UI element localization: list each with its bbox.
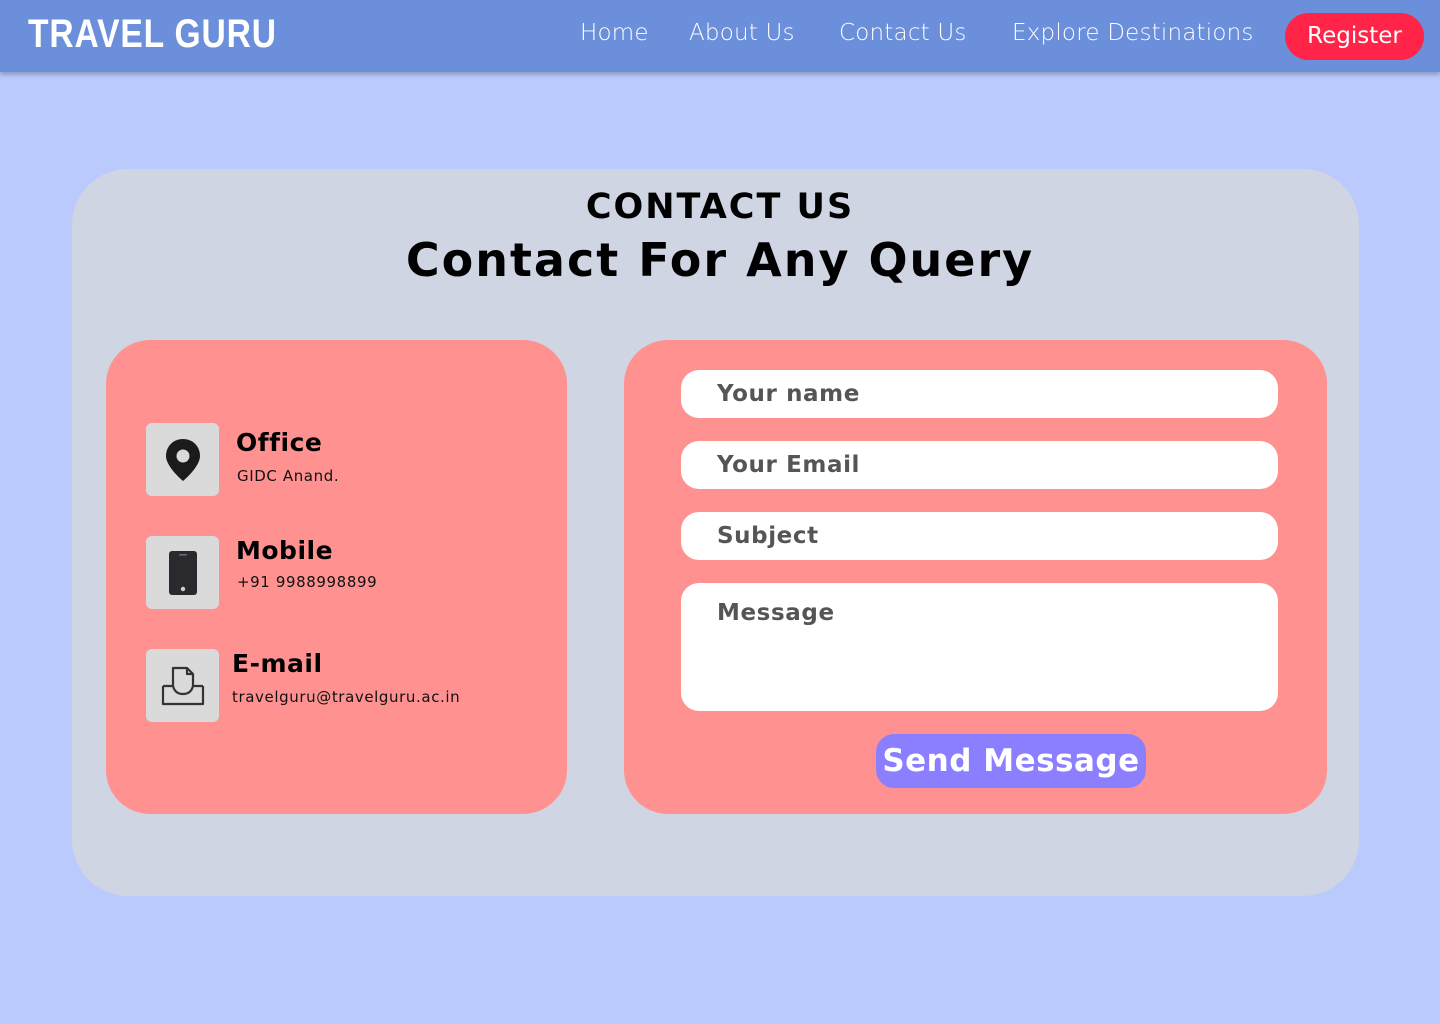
email-title: E-mail — [232, 649, 323, 678]
email-icon-box — [146, 649, 219, 722]
nav-link-contact-us[interactable]: Contact Us — [839, 20, 967, 46]
email-address[interactable]: travelguru@travelguru.ac.in — [232, 688, 460, 706]
send-message-button[interactable]: Send Message — [876, 734, 1146, 788]
location-pin-icon — [165, 438, 200, 481]
section-eyebrow: CONTACT US — [585, 187, 855, 227]
brand-logo[interactable]: TRAVEL GURU — [28, 12, 277, 57]
page-title: Contact For Any Query — [405, 233, 1035, 287]
mobile-icon-box — [146, 536, 219, 609]
office-title: Office — [236, 428, 323, 457]
inbox-icon — [161, 666, 204, 705]
office-icon-box — [146, 423, 219, 496]
nav-link-about-us[interactable]: About Us — [689, 20, 795, 46]
message-textarea[interactable] — [681, 583, 1278, 711]
name-input[interactable] — [681, 370, 1278, 418]
nav-link-explore-destinations[interactable]: Explore Destinations — [1012, 20, 1254, 46]
navbar: TRAVEL GURU Home About Us Contact Us Exp… — [0, 0, 1440, 72]
mobile-phone-icon — [168, 550, 197, 595]
nav-link-home[interactable]: Home — [580, 20, 649, 46]
register-button[interactable]: Register — [1285, 13, 1424, 60]
mobile-title: Mobile — [236, 536, 334, 565]
email-input[interactable] — [681, 441, 1278, 489]
office-address: GIDC Anand. — [237, 467, 340, 485]
subject-input[interactable] — [681, 512, 1278, 560]
mobile-number[interactable]: +91 9988998899 — [237, 573, 377, 591]
